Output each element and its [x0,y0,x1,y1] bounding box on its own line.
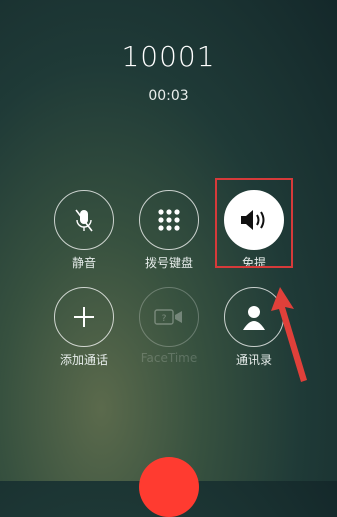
facetime-icon: ? [154,309,182,325]
facetime-button[interactable]: ? [139,287,199,347]
call-number: 10001 [121,40,216,73]
plus-icon [74,307,94,327]
add-call-label: 添加通话 [59,353,108,367]
keypad-icon [158,209,180,231]
mute-button[interactable] [54,190,114,250]
mute-label: 静音 [71,256,96,270]
svg-text:?: ? [162,314,167,324]
annotation-arrow-icon [271,287,307,382]
add-call-button[interactable] [54,287,114,347]
contact-icon [243,306,265,330]
keypad-label: 拨号键盘 [144,256,193,270]
facetime-label: FaceTime [140,351,198,365]
keypad-button[interactable] [139,190,199,250]
mic-off-icon [75,209,93,232]
speaker-highlight-box [215,178,293,268]
call-timer: 00:03 [148,88,189,104]
end-call-button[interactable] [139,457,199,517]
